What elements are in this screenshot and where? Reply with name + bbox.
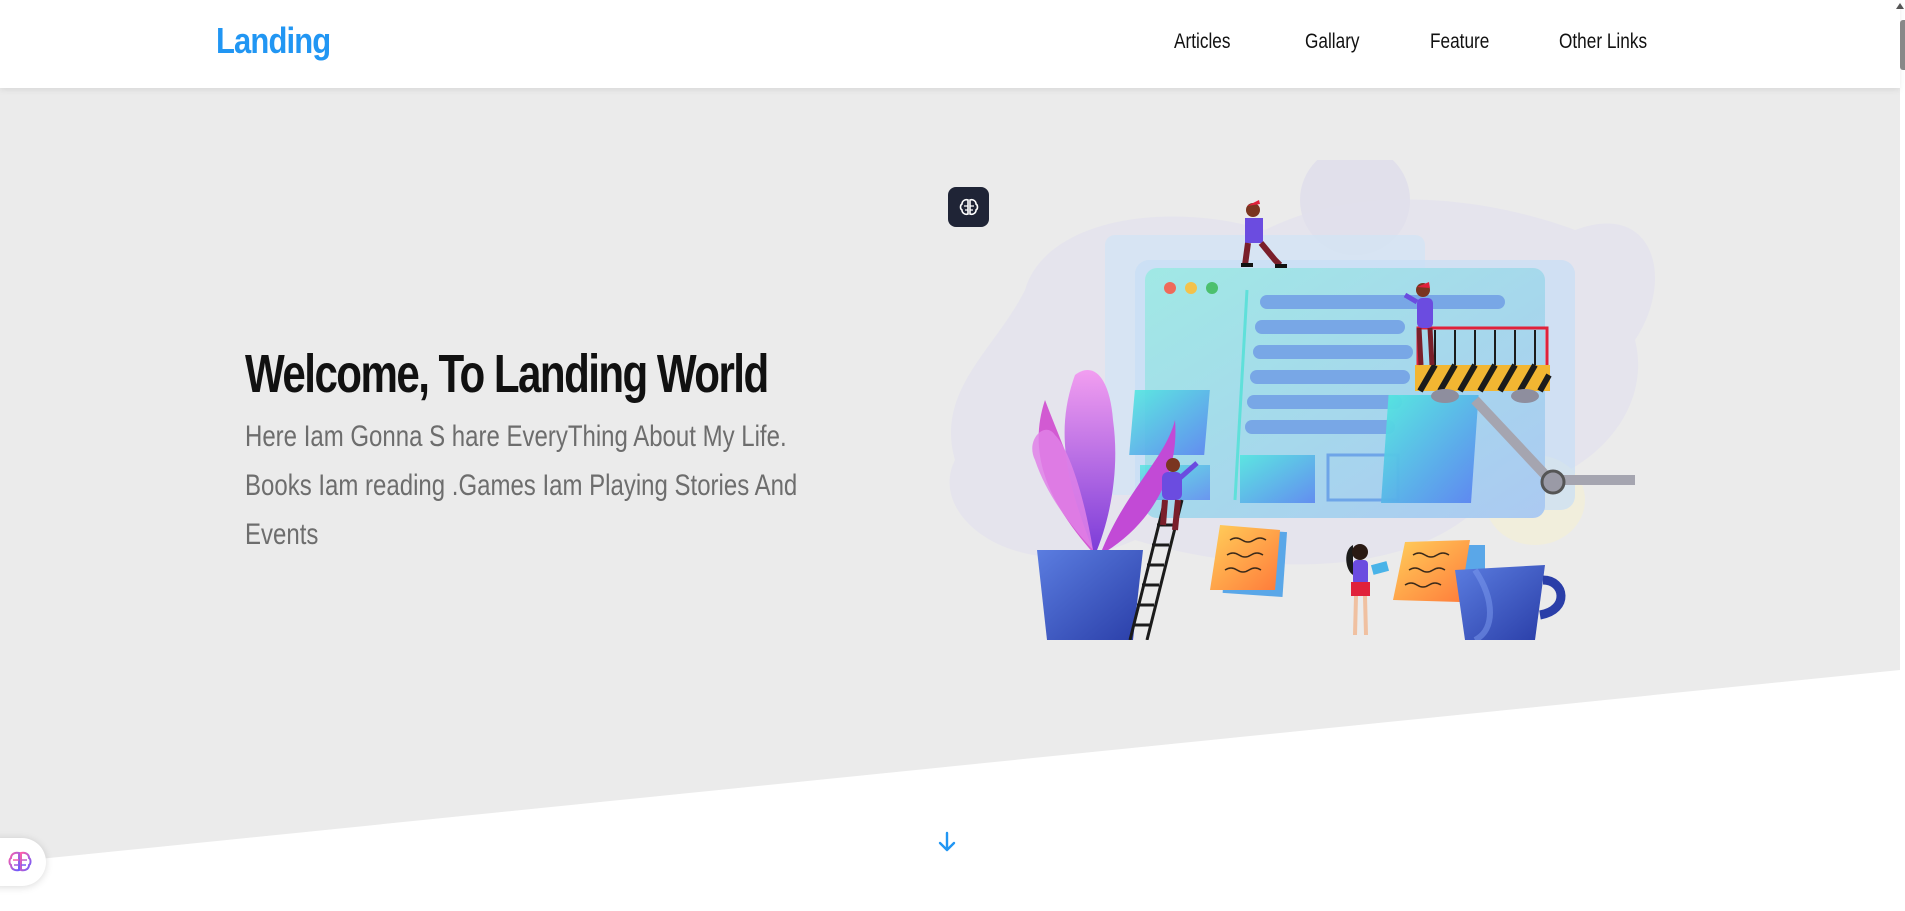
brain-float-button[interactable] bbox=[0, 838, 46, 886]
site-header: Landing Articles Gallary Feature Other L… bbox=[0, 0, 1900, 88]
hero-subtitle: Here Iam Gonna S hare EveryThing About M… bbox=[245, 420, 798, 551]
nav-link-gallary[interactable]: Gallary bbox=[1305, 30, 1360, 54]
nav-link-feature[interactable]: Feature bbox=[1430, 30, 1489, 54]
scrollbar-thumb[interactable] bbox=[1900, 20, 1905, 70]
nav-link-articles[interactable]: Articles bbox=[1174, 30, 1230, 54]
scrollbar-up-arrow[interactable] bbox=[1896, 3, 1904, 9]
nav-link-other-links[interactable]: Other Links bbox=[1559, 30, 1647, 54]
hero-illustration bbox=[949, 160, 1655, 640]
brain-icon bbox=[959, 198, 978, 216]
brain-icon bbox=[8, 851, 32, 872]
main-nav: Articles Gallary Feature Other Links bbox=[0, 0, 1900, 88]
hero-title: Welcome, To Landing World bbox=[245, 344, 769, 404]
arrow-down-icon[interactable] bbox=[937, 830, 957, 854]
brain-button[interactable] bbox=[948, 187, 989, 227]
page: Landing Articles Gallary Feature Other L… bbox=[0, 0, 1905, 911]
